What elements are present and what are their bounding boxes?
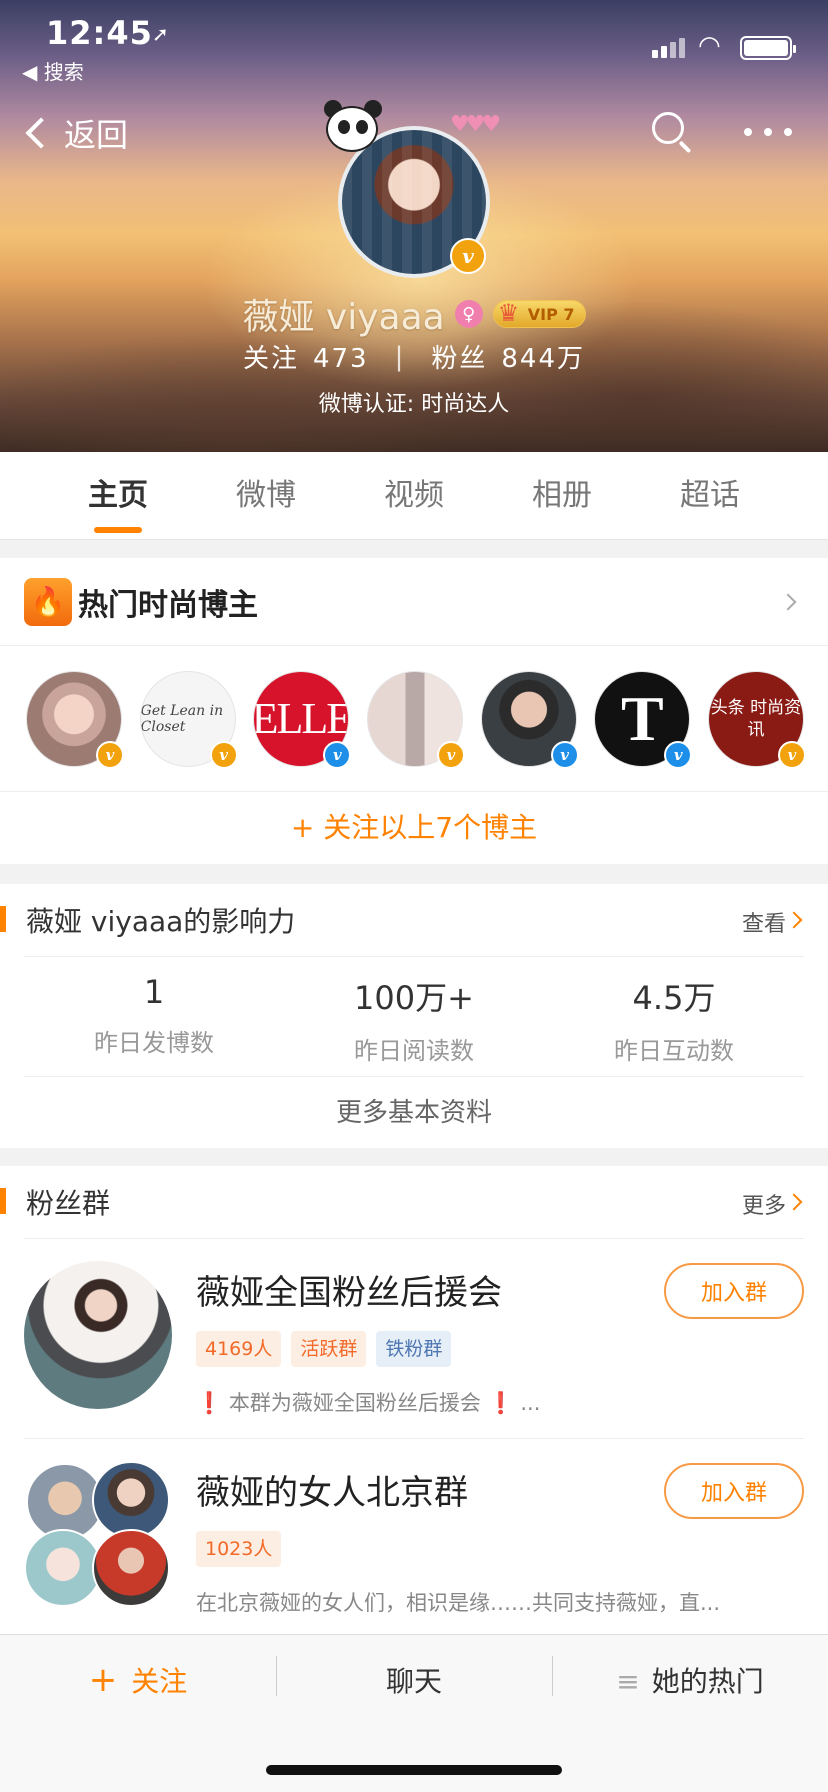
followers-link[interactable]: 粉丝 844万 xyxy=(431,338,585,375)
battery-icon xyxy=(740,36,796,60)
blogger-avatar-2[interactable]: Get Lean in Closet v xyxy=(139,670,238,769)
tab-weibo[interactable]: 微博 xyxy=(206,452,326,539)
exclamation-icon: ❗ xyxy=(196,1391,223,1415)
group-description: 在北京薇娅的女人们，相识是缘……共同支持薇娅，直... xyxy=(196,1591,721,1615)
blogger-avatar-6[interactable]: T v xyxy=(594,670,693,769)
chevron-right-icon xyxy=(785,1193,803,1211)
stat-reads: 100万+ 昨日阅读数 xyxy=(354,979,474,1065)
verified-gold-icon: v xyxy=(777,740,806,769)
verified-gold-icon: v xyxy=(209,740,238,769)
counts-divider: | xyxy=(394,341,406,372)
blogger-avatar-7[interactable]: 头条 时尚资讯 v xyxy=(707,670,806,769)
back-to-app-link[interactable]: ◀ 搜索 xyxy=(22,56,84,85)
profile-avatar[interactable]: ♥♥♥ v xyxy=(324,100,501,278)
group-avatar xyxy=(24,1261,172,1409)
fan-group-item[interactable]: 薇娅的女人北京群 加入群 1023人 在北京薇娅的女人们，相识是缘……共同支持薇… xyxy=(24,1438,804,1628)
join-group-button[interactable]: 加入群 xyxy=(664,1463,804,1519)
group-tags: 1023人 xyxy=(196,1531,291,1567)
section-accent-bar xyxy=(0,1188,6,1214)
hot-bloggers-header[interactable]: 🔥 热门时尚博主 xyxy=(0,558,828,646)
profile-name-row: 薇娅 viyaaa ♀ ♛ VIP 7 xyxy=(0,288,828,340)
blogger-avatar-5[interactable]: v xyxy=(480,670,579,769)
more-options-icon[interactable] xyxy=(744,128,792,136)
vip-badge[interactable]: ♛ VIP 7 xyxy=(492,299,586,328)
verified-gold-icon: v xyxy=(436,740,465,769)
panda-pendant-icon xyxy=(318,100,388,164)
hearts-decoration-icon: ♥♥♥ xyxy=(450,112,501,137)
follow-button[interactable]: + 关注 xyxy=(0,1660,276,1700)
blogger-list: v Get Lean in Closet v ELLE v v v T v 头条… xyxy=(0,646,828,792)
more-basic-info-link[interactable]: 更多基本资料 xyxy=(24,1076,804,1148)
stat-interactions: 4.5万 昨日互动数 xyxy=(614,979,734,1065)
bottom-action-bar: + 关注 聊天 ≡ 她的热门 xyxy=(0,1634,828,1792)
fan-groups-title: 粉丝群 xyxy=(26,1187,111,1220)
tab-home[interactable]: 主页 xyxy=(58,452,178,539)
loyal-fans-tag: 铁粉群 xyxy=(376,1331,452,1367)
verified-blue-icon: v xyxy=(664,740,693,769)
tab-super-topic[interactable]: 超话 xyxy=(650,452,770,539)
cellular-signal-icon xyxy=(652,36,688,58)
status-bar: 12:45 ➚ ◀ 搜索 ◠ xyxy=(0,0,828,90)
group-description: ❗ 本群为薇娅全国粉丝后援会 ❗ ... xyxy=(196,1391,541,1415)
following-link[interactable]: 关注 473 xyxy=(243,338,369,375)
exclamation-icon: ❗ xyxy=(487,1391,514,1415)
group-avatar-collage xyxy=(24,1461,172,1609)
back-button[interactable]: 返回 xyxy=(22,110,128,156)
member-count-tag: 4169人 xyxy=(196,1331,282,1367)
influence-header: 薇娅 viyaaa的影响力 查看 xyxy=(0,884,828,956)
fan-group-item[interactable]: 薇娅全国粉丝后援会 加入群 4169人 活跃群 铁粉群 ❗ 本群为薇娅全国粉丝后… xyxy=(24,1238,804,1438)
join-group-button[interactable]: 加入群 xyxy=(664,1263,804,1319)
status-time: 12:45 xyxy=(46,14,153,52)
verified-blue-icon: v xyxy=(550,740,579,769)
group-name: 薇娅全国粉丝后援会 xyxy=(196,1273,502,1313)
chevron-right-icon xyxy=(785,911,803,929)
tab-album[interactable]: 相册 xyxy=(502,452,622,539)
more-groups-link[interactable]: 更多 xyxy=(742,1188,786,1220)
search-icon[interactable] xyxy=(652,112,692,154)
group-tags: 4169人 活跃群 铁粉群 xyxy=(196,1331,461,1367)
profile-tabs: 主页 微博 视频 相册 超话 xyxy=(0,452,828,540)
fan-groups-card: 粉丝群 更多 薇娅全国粉丝后援会 加入群 4169人 活跃群 铁粉群 ❗ 本群为… xyxy=(0,1166,828,1638)
her-hot-button[interactable]: ≡ 她的热门 xyxy=(552,1656,828,1700)
influence-stats: 1 昨日发博数 100万+ 昨日阅读数 4.5万 昨日互动数 xyxy=(24,956,804,1076)
follow-all-bloggers-button[interactable]: + 关注以上7个博主 xyxy=(0,792,828,864)
group-name: 薇娅的女人北京群 xyxy=(196,1473,468,1513)
profile-name: 薇娅 viyaaa xyxy=(242,297,445,338)
chevron-right-icon xyxy=(779,593,797,611)
hot-bloggers-title: 热门时尚博主 xyxy=(78,587,258,623)
location-arrow-icon: ➚ xyxy=(152,22,169,46)
fan-groups-header: 粉丝群 更多 xyxy=(0,1166,828,1238)
verified-gold-icon: v xyxy=(96,740,124,769)
section-accent-bar xyxy=(0,906,6,932)
influence-card: 薇娅 viyaaa的影响力 查看 1 昨日发博数 100万+ 昨日阅读数 4.5… xyxy=(0,884,828,1148)
blogger-avatar-4[interactable]: v xyxy=(366,670,465,769)
profile-header: 12:45 ➚ ◀ 搜索 ◠ 返回 ♥♥♥ v 薇娅 viyaaa ♀ ♛ VIP… xyxy=(0,0,828,452)
chevron-left-icon xyxy=(25,117,57,149)
fire-icon: 🔥 xyxy=(24,577,72,626)
stat-posts: 1 昨日发博数 xyxy=(94,973,214,1057)
view-influence-link[interactable]: 查看 xyxy=(742,906,786,938)
active-group-tag: 活跃群 xyxy=(291,1331,367,1367)
blogger-avatar-1[interactable]: v xyxy=(26,670,124,769)
plus-icon: + xyxy=(88,1660,118,1700)
blogger-avatar-3[interactable]: ELLE v xyxy=(253,670,352,769)
female-gender-icon: ♀ xyxy=(454,300,483,328)
influence-title: 薇娅 viyaaa的影响力 xyxy=(26,905,296,938)
menu-lines-icon: ≡ xyxy=(616,1665,640,1698)
chat-button[interactable]: 聊天 xyxy=(276,1656,552,1700)
verification-text: 微博认证: 时尚达人 xyxy=(318,392,510,417)
back-label: 返回 xyxy=(64,116,129,154)
hot-bloggers-card: 🔥 热门时尚博主 v Get Lean in Closet v ELLE v v… xyxy=(0,558,828,864)
wifi-icon: ◠ xyxy=(698,31,721,61)
tab-video[interactable]: 视频 xyxy=(354,452,474,539)
verified-blue-icon: v xyxy=(323,740,352,769)
member-count-tag: 1023人 xyxy=(196,1531,282,1567)
crown-icon: ♛ xyxy=(497,299,520,327)
verified-gold-icon: v xyxy=(450,238,486,274)
home-indicator[interactable] xyxy=(266,1765,562,1775)
follow-counts: 关注 473 | 粉丝 844万 xyxy=(0,338,828,375)
